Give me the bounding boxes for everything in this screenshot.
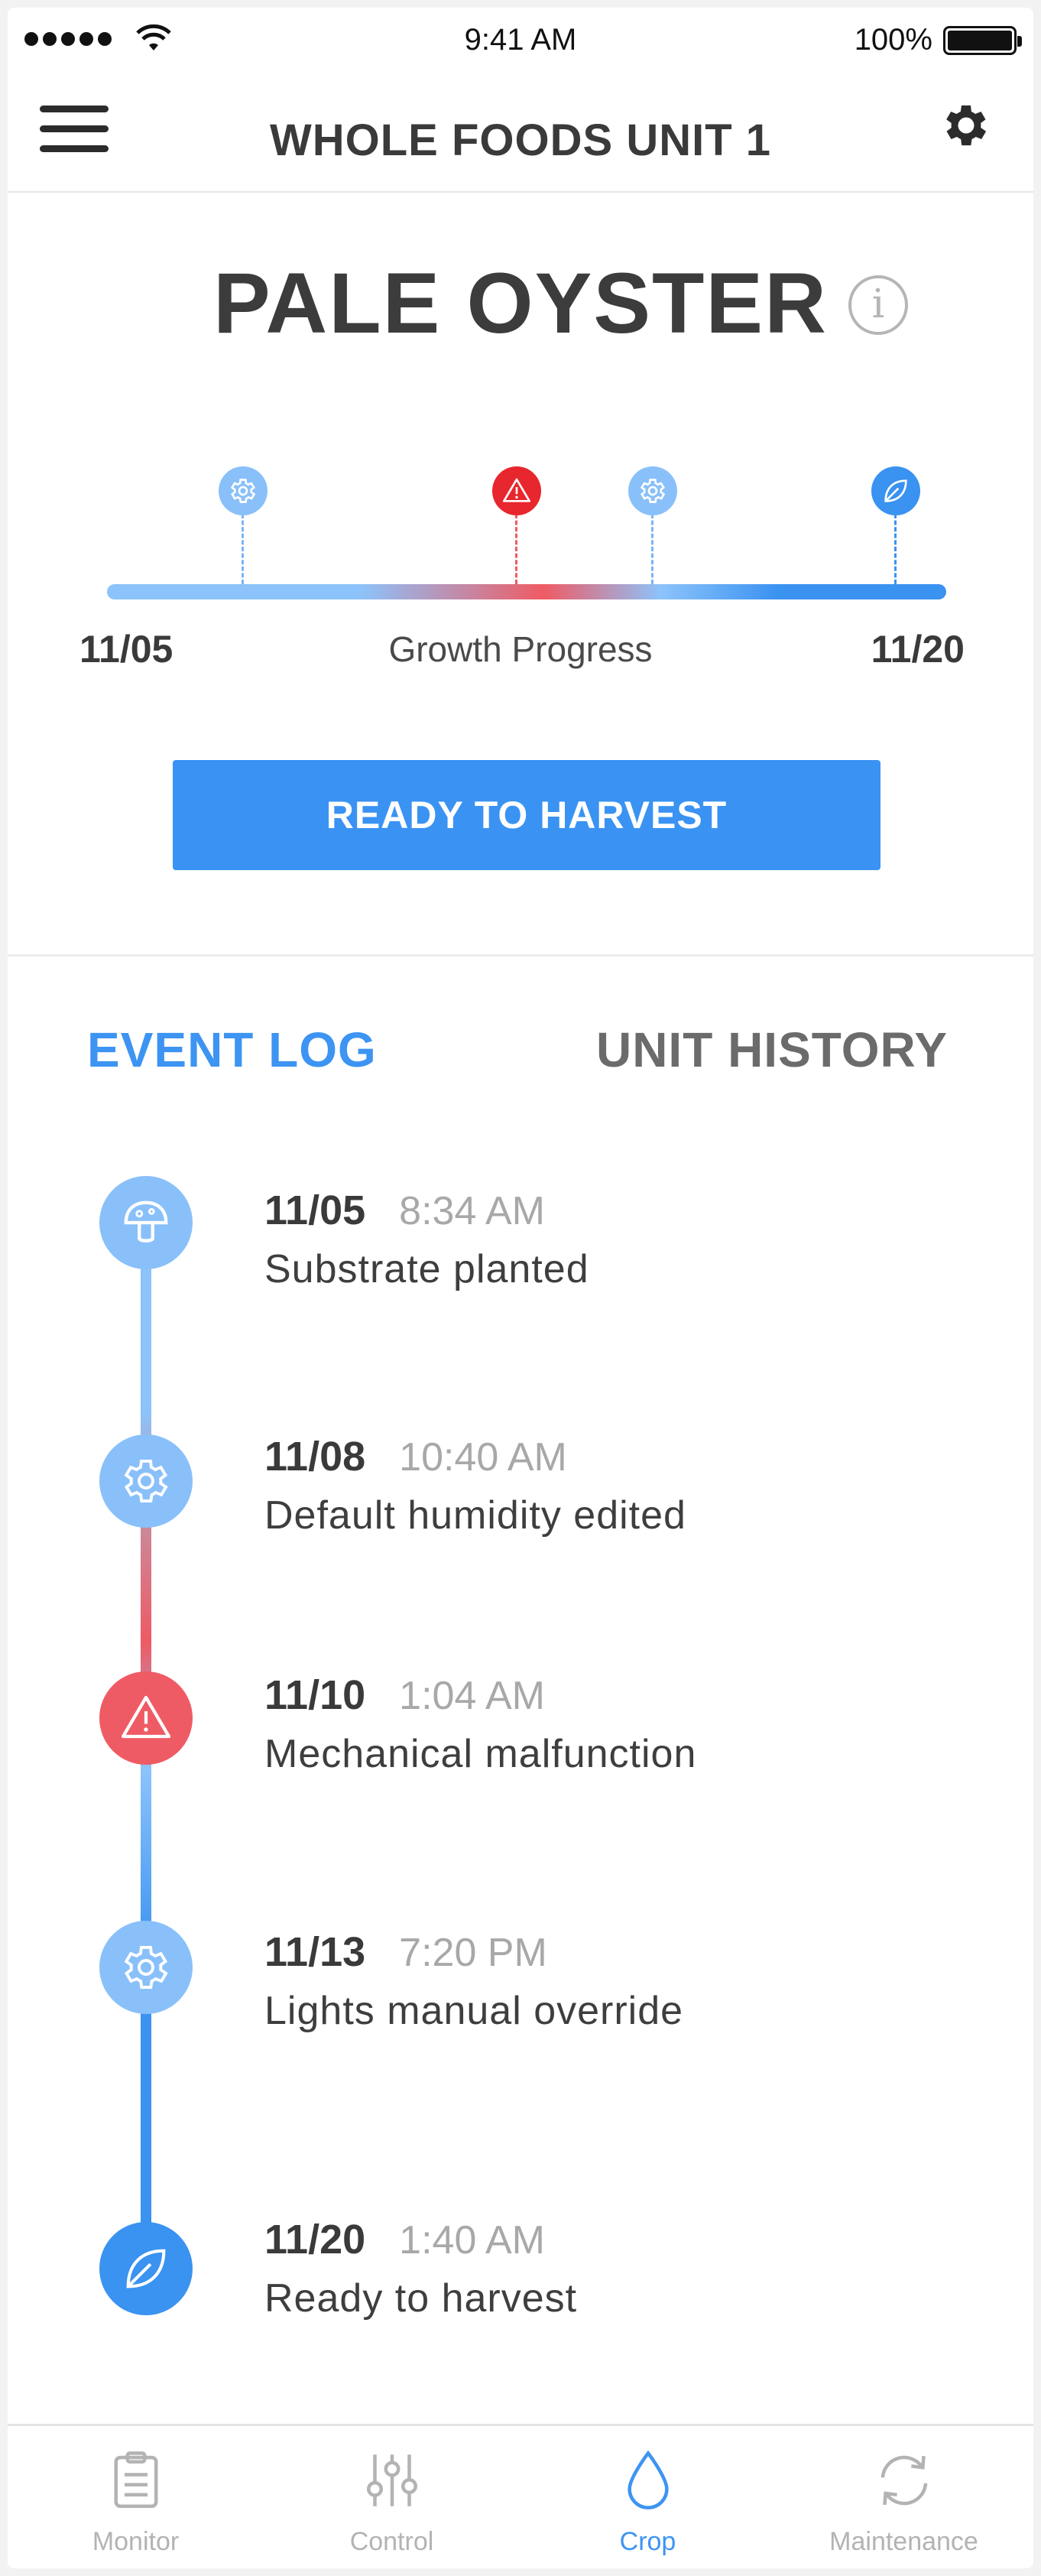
nav-label: Control bbox=[349, 2527, 434, 2556]
list-item[interactable]: 11/10 1:04 AM Mechanical malfunction bbox=[264, 1671, 696, 1777]
battery-percentage: 100% bbox=[854, 23, 932, 57]
event-date: 11/10 bbox=[264, 1672, 366, 1718]
info-icon[interactable]: i bbox=[848, 275, 908, 335]
list-item[interactable]: 11/08 10:40 AM Default humidity edited bbox=[264, 1433, 686, 1538]
tab-event-log[interactable]: EVENT LOG bbox=[87, 1022, 377, 1078]
progress-marker-warning-icon[interactable] bbox=[492, 466, 541, 515]
event-description: Ready to harvest bbox=[264, 2276, 578, 2321]
growth-end-date: 11/20 bbox=[871, 628, 965, 671]
list-item[interactable]: 11/05 8:34 AM Substrate planted bbox=[264, 1187, 589, 1292]
droplet-icon bbox=[627, 2450, 669, 2509]
refresh-icon bbox=[880, 2455, 927, 2506]
nav-item-maintenance[interactable]: Maintenance bbox=[776, 2426, 1032, 2568]
list-item[interactable]: 11/20 1:40 AM Ready to harvest bbox=[264, 2216, 577, 2321]
event-description: Substrate planted bbox=[264, 1247, 589, 1291]
section-divider bbox=[8, 954, 1033, 957]
progress-marker-gear-icon[interactable] bbox=[628, 466, 677, 515]
event-date: 11/13 bbox=[264, 1929, 366, 1975]
tab-unit-history[interactable]: UNIT HISTORY bbox=[596, 1022, 948, 1078]
event-description: Lights manual override bbox=[264, 1989, 684, 2033]
event-time: 7:20 PM bbox=[399, 1931, 547, 1975]
progress-marker-leaf-icon[interactable] bbox=[871, 466, 920, 515]
event-date: 11/05 bbox=[264, 1187, 366, 1233]
bottom-nav: Monitor Control Crop Maintenance bbox=[8, 2424, 1033, 2568]
event-description: Default humidity edited bbox=[264, 1493, 686, 1538]
mushroom-icon bbox=[99, 1176, 193, 1269]
event-time: 10:40 AM bbox=[399, 1435, 567, 1480]
list-item[interactable]: 11/13 7:20 PM Lights manual override bbox=[264, 1928, 683, 2034]
settings-gear-icon[interactable] bbox=[939, 98, 994, 153]
nav-item-control[interactable]: Control bbox=[264, 2426, 520, 2568]
nav-label: Crop bbox=[619, 2527, 676, 2556]
ready-to-harvest-button[interactable]: READY TO HARVEST bbox=[173, 760, 880, 870]
event-date: 11/08 bbox=[264, 1434, 366, 1480]
event-time: 1:04 AM bbox=[399, 1674, 545, 1718]
event-description: Mechanical malfunction bbox=[264, 1732, 697, 1776]
nav-label: Monitor bbox=[92, 2527, 180, 2556]
warning-icon bbox=[99, 1671, 193, 1765]
leaf-icon bbox=[99, 2222, 193, 2315]
app-header: WHOLE FOODS UNIT 1 bbox=[8, 69, 1033, 193]
sliders-icon bbox=[366, 2454, 417, 2506]
nav-label: Maintenance bbox=[829, 2527, 978, 2556]
event-time: 8:34 AM bbox=[399, 1189, 545, 1233]
clipboard-icon bbox=[114, 2451, 157, 2508]
event-time: 1:40 AM bbox=[399, 2218, 545, 2263]
battery-icon bbox=[943, 26, 1022, 55]
growth-progress: 11/05 Growth Progress 11/20 bbox=[8, 466, 1033, 681]
app-screen: 9:41 AM 100% WHOLE FOODS UNIT 1 PALE OYS… bbox=[8, 8, 1033, 2568]
nav-item-crop[interactable]: Crop bbox=[520, 2426, 776, 2568]
progress-marker-gear-icon[interactable] bbox=[219, 466, 268, 515]
event-date: 11/20 bbox=[264, 2217, 366, 2263]
status-bar: 9:41 AM 100% bbox=[8, 8, 1033, 69]
unit-title: WHOLE FOODS UNIT 1 bbox=[270, 115, 771, 165]
gear-icon bbox=[99, 1434, 193, 1528]
growth-progress-bar bbox=[107, 584, 946, 599]
gear-icon bbox=[99, 1921, 193, 2014]
nav-item-monitor[interactable]: Monitor bbox=[8, 2426, 264, 2568]
